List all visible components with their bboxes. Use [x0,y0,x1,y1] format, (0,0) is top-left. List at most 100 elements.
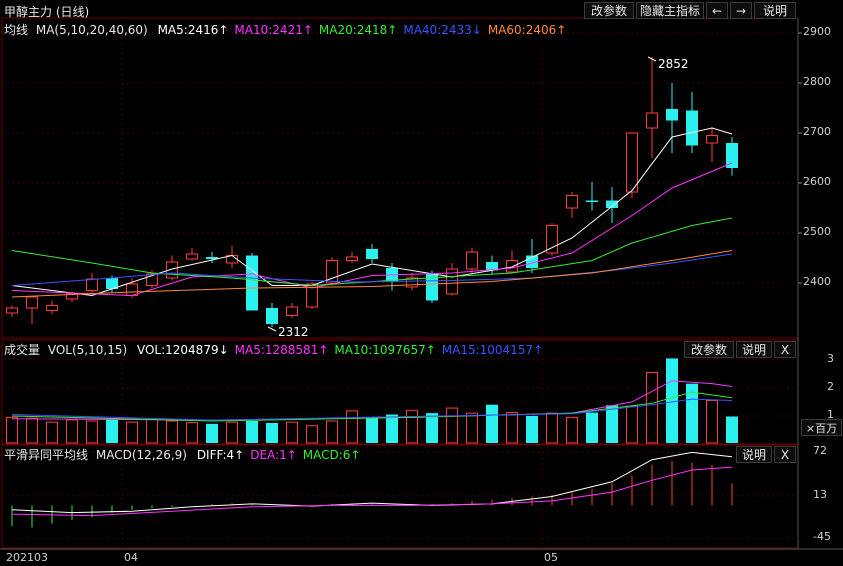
candle [626,132,638,198]
candle-body-up [126,283,138,296]
candle-body-up [646,112,658,129]
volume-params-button[interactable]: 改参数 [684,341,734,358]
candle-body-down [366,249,378,259]
volume-bar-up [626,405,638,444]
candle [186,248,198,261]
price-tick-label: 2900 [803,25,831,38]
volume-tick-label: 3 [827,351,834,365]
help-button[interactable]: 说明 [754,2,796,19]
candle [366,244,378,263]
hide-indicator-button[interactable]: 隐藏主指标 [636,2,704,19]
volume-bar-down [366,418,378,443]
candle [266,303,278,327]
volume-bar-up [446,407,458,444]
volume-bar-up [126,421,138,444]
volume-ma-ma5 [11,380,733,421]
volume-bar-up [546,412,558,444]
candle-body-up [186,253,198,260]
volume-bar-up [466,412,478,444]
volume-bar-up [326,420,338,444]
volume-bar-up [566,416,578,444]
candle-body-down [586,200,598,202]
volume-bar-up [306,425,318,444]
volume-bar-down [386,414,398,443]
candle [546,223,558,256]
volume-bar-up [186,422,198,444]
candle [686,92,698,153]
legend-item: MACD:6↑ [302,448,361,462]
volume-bar-up [166,420,178,444]
volume-close-icon[interactable]: X [774,341,796,358]
candle [286,303,298,318]
candle [246,253,258,311]
candle-body-down [246,255,258,311]
ma-line-ma10 [11,162,733,297]
candle [586,182,598,211]
volume-legend-label: 成交量 [4,343,41,357]
volume-bar-up [46,421,58,444]
price-tick-label: 2700 [803,125,831,138]
macd-legend-formula: MACD(12,26,9) [95,448,187,462]
candle [446,263,458,296]
candle [406,273,418,291]
candle [46,300,58,314]
candle-body-up [706,135,718,144]
legend-item: MA5:1288581↑ [234,343,329,357]
legend-item: MA10:1097657↑ [334,343,436,357]
macd-help-button[interactable]: 说明 [736,446,772,463]
candle [86,273,98,293]
candle-body-up [6,307,18,314]
volume-bar-down [266,422,278,443]
volume-help-button[interactable]: 说明 [736,341,772,358]
volume-unit-label: ×百万 [801,419,842,436]
x-tick-label: 04 [124,551,138,564]
macd-legend-label: 平滑异同平均线 [4,448,89,462]
x-tick-label: 202103 [6,551,48,564]
legend-item: DEA:1↑ [250,448,297,462]
next-arrow-icon[interactable]: → [730,2,752,19]
candle-body-down [666,109,678,121]
legend-item: MA20:2418↑ [318,23,398,37]
price-annotation: 2312 [278,325,309,339]
volume-bar-down [666,358,678,443]
candle-body-up [626,132,638,193]
legend-item: MA5:2416↑ [157,23,229,37]
legend-item: MA60:2406↑ [487,23,567,37]
macd-legend: 平滑异同平均线 MACD(12,26,9) DIFF:4↑ DEA:1↑ MACD:… [4,446,360,463]
volume-bar-down [246,420,258,443]
macd-close-icon[interactable]: X [774,446,796,463]
annotation-marker [267,326,277,332]
candle-body-up [506,260,518,273]
main-legend-label: 均线 [4,23,29,37]
legend-item: DIFF:4↑ [196,448,245,462]
volume-bar-down [606,405,618,443]
chart-title: 甲醇主力 (日线) [4,5,90,19]
volume-bar-up [506,412,518,444]
candle [726,137,738,176]
volume-tick-label: 2 [827,379,834,393]
candlestick-chart [6,56,738,528]
price-tick-label: 2600 [803,175,831,188]
volume-bar-down [586,412,598,443]
candle [6,305,18,317]
volume-tick-label: 1 [827,407,834,421]
candle [466,248,478,273]
volume-bar-up [646,371,658,444]
volume-bar-down [486,404,498,443]
volume-bar-down [206,423,218,443]
price-tick-label: 2800 [803,75,831,88]
volume-bar-up [6,416,18,444]
candle [646,57,658,158]
volume-bar-down [106,419,118,443]
ma-line-ma5 [11,127,733,297]
candle [566,192,578,218]
params-button[interactable]: 改参数 [584,2,634,19]
candle-body-up [86,278,98,291]
prev-arrow-icon[interactable]: ← [706,2,728,19]
main-legend-formula: MA(5,10,20,40,60) [35,23,148,37]
volume-bar-up [66,419,78,444]
candle [26,295,38,324]
x-tick-label: 05 [544,551,558,564]
candle [506,250,518,273]
legend-item: MA15:1004157↑ [441,343,544,357]
